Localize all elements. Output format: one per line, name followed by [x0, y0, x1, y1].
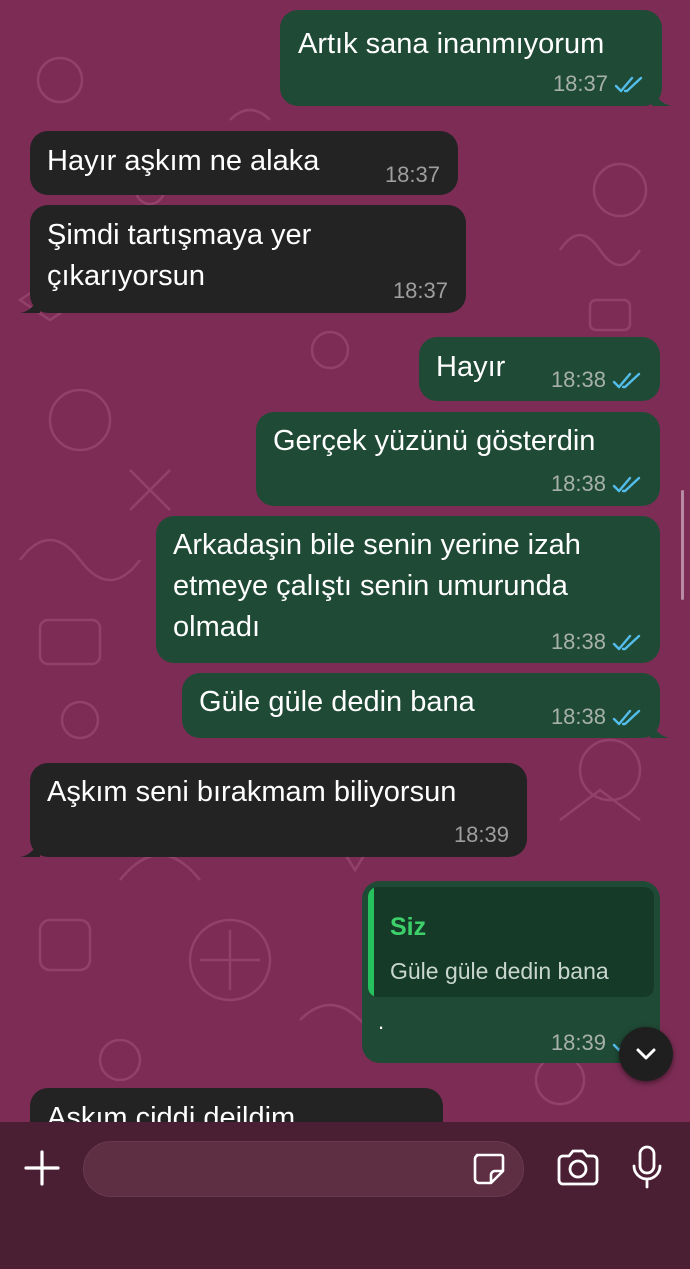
message-time: 18:37: [392, 278, 448, 303]
message-text-line: olmadı: [173, 611, 261, 643]
message-text: Aşkım ciddi deildim: [47, 1102, 296, 1122]
message-time: 18:38: [550, 367, 606, 392]
read-ticks-icon: [614, 76, 643, 93]
plus-icon[interactable]: [22, 1148, 62, 1188]
outgoing-message[interactable]: Arkadaşin bile senin yerine izah etmeye …: [156, 516, 660, 663]
quoted-message[interactable]: Siz Güle güle dedin bana: [368, 887, 654, 997]
incoming-message[interactable]: Hayır aşkım ne alaka 18:37: [30, 131, 458, 195]
message-meta: 18:38: [551, 368, 642, 392]
message-time: 18:37: [552, 71, 608, 96]
message-text: .: [378, 1009, 385, 1034]
outgoing-reply-message[interactable]: Siz Güle güle dedin bana . 18:39: [362, 881, 660, 1063]
quote-text: Güle güle dedin bana: [390, 958, 609, 984]
message-time: 18:39: [550, 1030, 606, 1055]
chat-area[interactable]: Artık sana inanmıyorum 18:37 Hayır aşkım…: [0, 0, 690, 1122]
outgoing-message[interactable]: Artık sana inanmıyorum 18:37: [280, 10, 672, 106]
outgoing-message[interactable]: Hayır 18:38: [419, 337, 660, 401]
incoming-message[interactable]: Aşkım ciddi deildim: [30, 1088, 443, 1122]
message-text: Güle güle dedin bana: [199, 686, 475, 718]
message-text: Artık sana inanmıyorum: [298, 28, 605, 60]
bubble-tail: [650, 718, 670, 738]
outgoing-message[interactable]: Gerçek yüzünü gösterdin 18:38: [256, 412, 660, 506]
message-time: 18:38: [550, 629, 606, 654]
chevron-down-icon: [636, 1048, 656, 1060]
scroll-indicator: [681, 490, 684, 600]
read-ticks-icon: [612, 709, 641, 726]
read-ticks-icon: [612, 634, 641, 651]
scroll-to-bottom-button[interactable]: [619, 1027, 673, 1081]
incoming-message[interactable]: Aşkım seni bırakmam biliyorsun 18:39: [20, 763, 527, 857]
message-text-line: Şimdi tartışmaya yer: [47, 219, 312, 251]
quote-author: Siz: [390, 913, 427, 941]
message-text-line: çıkarıyorsun: [47, 260, 205, 292]
bubble-tail: [20, 837, 40, 857]
sticker-icon[interactable]: [471, 1151, 507, 1187]
message-text: Aşkım seni bırakmam biliyorsun: [47, 776, 457, 808]
message-text: Hayır: [436, 351, 506, 383]
message-text: Hayır aşkım ne alaka: [47, 145, 320, 177]
message-meta: 18:38: [551, 472, 642, 496]
bubble-tail: [20, 293, 40, 313]
message-text-line: etmeye çalıştı senin umurunda: [173, 570, 568, 602]
read-ticks-icon: [612, 372, 641, 389]
microphone-icon[interactable]: [630, 1144, 664, 1190]
message-time: 18:38: [550, 704, 606, 729]
message-text: Gerçek yüzünü gösterdin: [273, 425, 596, 457]
message-time: 18:38: [550, 471, 606, 496]
camera-icon[interactable]: [555, 1148, 601, 1188]
message-text-line: Arkadaşin bile senin yerine izah: [173, 529, 581, 561]
message-input-field[interactable]: [83, 1141, 524, 1197]
read-ticks-icon: [612, 476, 641, 493]
message-input[interactable]: [102, 1150, 466, 1190]
bubble-tail: [652, 86, 672, 106]
quote-accent-bar: [368, 887, 374, 997]
message-time: 18:37: [384, 162, 440, 187]
message-meta: 18:38: [551, 630, 642, 654]
message-meta: 18:37: [553, 72, 644, 96]
incoming-message[interactable]: Şimdi tartışmaya yer çıkarıyorsun 18:37: [20, 205, 466, 313]
message-meta: 18:38: [551, 705, 642, 729]
message-time: 18:39: [453, 822, 509, 847]
outgoing-message[interactable]: Güle güle dedin bana 18:38: [182, 673, 670, 738]
